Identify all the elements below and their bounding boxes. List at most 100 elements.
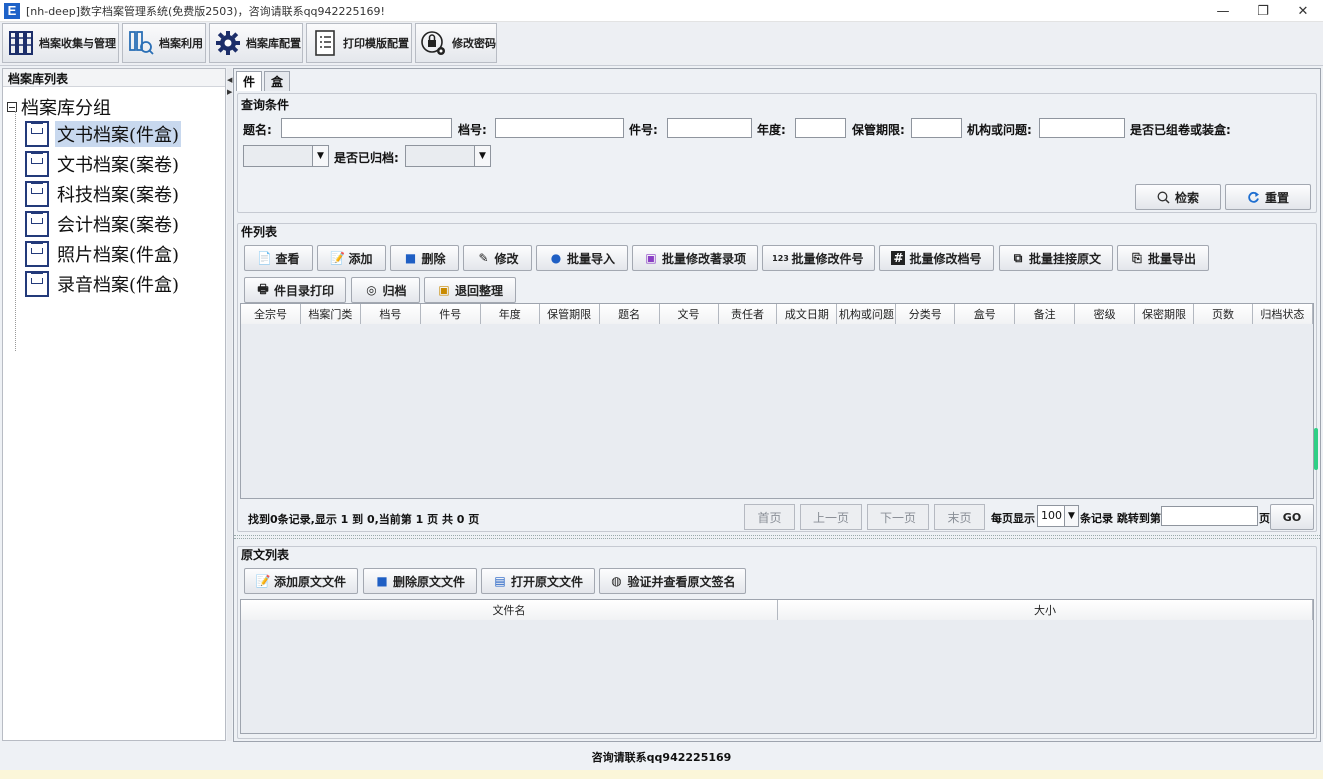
- column-header[interactable]: 密级: [1075, 304, 1136, 324]
- column-header[interactable]: 页数: [1194, 304, 1253, 324]
- tree-item-doc-box[interactable]: 文书档案(件盒): [25, 121, 182, 147]
- tree-item-label: 会计档案(案卷): [57, 215, 180, 236]
- column-header[interactable]: 备注: [1015, 304, 1076, 324]
- go-button[interactable]: GO: [1270, 504, 1314, 530]
- column-header[interactable]: 文号: [659, 304, 719, 324]
- archive-button[interactable]: ◎ 归档: [351, 277, 420, 303]
- tree-item-tech-volume[interactable]: 科技档案(案卷): [25, 181, 181, 207]
- collapse-left-arrow-icon[interactable]: ◀: [227, 76, 232, 84]
- reset-button[interactable]: 重置: [1225, 184, 1311, 210]
- search-icon: [1157, 190, 1171, 204]
- column-header[interactable]: 年度: [480, 304, 540, 324]
- search-button[interactable]: 检索: [1135, 184, 1221, 210]
- view-button-label: 查看: [275, 251, 300, 266]
- print-catalog-button[interactable]: 🖶 件目录打印: [244, 277, 346, 303]
- view-button[interactable]: 📄 查看: [244, 245, 313, 271]
- add-original-button[interactable]: 📝 添加原文文件: [244, 568, 358, 594]
- tab-item[interactable]: 件: [236, 71, 262, 91]
- org-input[interactable]: [1039, 118, 1125, 138]
- column-header[interactable]: 件号: [420, 304, 481, 324]
- tree-item-audio-box[interactable]: 录音档案(件盒): [25, 271, 181, 297]
- tree-item-doc-volume[interactable]: 文书档案(案卷): [25, 151, 181, 177]
- last-page-button[interactable]: 末页: [934, 504, 985, 530]
- column-header[interactable]: 档号: [360, 304, 421, 324]
- edit-button[interactable]: ✎ 修改: [463, 245, 532, 271]
- retention-input[interactable]: [911, 118, 962, 138]
- search-button-label: 检索: [1174, 190, 1199, 205]
- archive-button-label: 归档: [382, 283, 407, 298]
- chevron-down-icon[interactable]: ▼: [1064, 506, 1078, 526]
- taskbar-strip: [0, 770, 1323, 779]
- batch-edit-archive-no-button[interactable]: # 批量修改档号: [879, 245, 994, 271]
- column-header[interactable]: 文件名: [241, 600, 778, 620]
- prev-page-button[interactable]: 上一页: [800, 504, 862, 530]
- batch-edit-item-no-button[interactable]: 123 批量修改件号: [762, 245, 875, 271]
- close-button[interactable]: ✕: [1283, 0, 1323, 22]
- first-page-button[interactable]: 首页: [744, 504, 795, 530]
- open-original-button[interactable]: ▤ 打开原文文件: [481, 568, 595, 594]
- archive-use-button[interactable]: 档案利用: [122, 23, 206, 63]
- column-header[interactable]: 全宗号: [241, 304, 301, 324]
- archive-no-input[interactable]: [495, 118, 624, 138]
- horizontal-splitter[interactable]: [234, 535, 1320, 539]
- column-header[interactable]: 分类号: [896, 304, 956, 324]
- year-input[interactable]: [795, 118, 846, 138]
- jump-label: 条记录 跳转到第: [1080, 512, 1161, 525]
- column-header[interactable]: 成文日期: [777, 304, 838, 324]
- return-button[interactable]: ▣ 退回整理: [424, 277, 516, 303]
- batch-import-button[interactable]: ● 批量导入: [536, 245, 628, 271]
- org-label: 机构或问题:: [967, 123, 1032, 137]
- import-icon: ●: [550, 251, 562, 265]
- column-header[interactable]: 机构或问题: [837, 304, 897, 324]
- verify-signature-button-label: 验证并查看原文签名: [627, 574, 736, 589]
- per-page-label: 每页显示: [991, 512, 1035, 525]
- batch-edit-archive-no-button-label: 批量修改档号: [909, 251, 982, 266]
- restore-button[interactable]: ❐: [1243, 0, 1283, 22]
- gear-icon: [214, 29, 242, 57]
- change-password-button[interactable]: 修改密码: [415, 23, 497, 63]
- delete-button-label: 删除: [421, 251, 446, 266]
- column-header[interactable]: 归档状态: [1252, 304, 1313, 324]
- next-page-button[interactable]: 下一页: [867, 504, 929, 530]
- trash-icon: ■: [404, 251, 417, 265]
- fingerprint-icon: ◍: [611, 574, 622, 588]
- column-header[interactable]: 保管期限: [539, 304, 600, 324]
- batch-edit-fields-button[interactable]: ▣ 批量修改著录项: [632, 245, 758, 271]
- expand-right-arrow-icon[interactable]: ▶: [227, 88, 232, 96]
- main-content-panel: 件 盒 查询条件 题名: 档号: 件号: 年度: 保管期限: 机构或问题: 是否…: [233, 68, 1321, 742]
- batch-attach-originals-button[interactable]: ⧉ 批量挂接原文: [999, 245, 1113, 271]
- archived-select[interactable]: ▼: [405, 145, 491, 167]
- add-button[interactable]: 📝 添加: [317, 245, 386, 271]
- delete-button[interactable]: ■ 删除: [390, 245, 459, 271]
- print-template-button[interactable]: 打印模版配置: [306, 23, 412, 63]
- printer-icon: 🖶: [257, 281, 269, 296]
- tree-item-photo-box[interactable]: 照片档案(件盒): [25, 241, 181, 267]
- tab-box[interactable]: 盒: [264, 71, 290, 91]
- item-no-input[interactable]: [667, 118, 752, 138]
- boxed-select[interactable]: ▼: [243, 145, 329, 167]
- column-header[interactable]: 大小: [778, 600, 1313, 620]
- archive-config-button[interactable]: 档案库配置: [209, 23, 303, 63]
- originals-title: 原文列表: [241, 548, 290, 562]
- column-header[interactable]: 责任者: [718, 304, 778, 324]
- batch-export-button[interactable]: ⎘ 批量导出: [1117, 245, 1209, 271]
- scroll-indicator[interactable]: [1314, 428, 1318, 470]
- tree-item-accounting-volume[interactable]: 会计档案(案卷): [25, 211, 181, 237]
- title-input[interactable]: [281, 118, 452, 138]
- column-header[interactable]: 保密期限: [1135, 304, 1194, 324]
- chevron-down-icon[interactable]: ▼: [312, 146, 328, 166]
- column-header[interactable]: 档案门类: [300, 304, 361, 324]
- tree-root[interactable]: 档案库分组: [7, 94, 111, 120]
- page-jump-input[interactable]: [1161, 506, 1258, 526]
- chevron-down-icon[interactable]: ▼: [474, 146, 490, 166]
- column-header[interactable]: 盒号: [955, 304, 1016, 324]
- delete-original-button[interactable]: ■ 删除原文文件: [363, 568, 477, 594]
- minimize-button[interactable]: —: [1203, 0, 1243, 22]
- archive-collection-button[interactable]: 档案收集与管理: [2, 23, 119, 63]
- tree-item-label: 科技档案(案卷): [57, 185, 180, 206]
- verify-signature-button[interactable]: ◍ 验证并查看原文签名: [599, 568, 746, 594]
- per-page-select[interactable]: 100 ▼: [1037, 505, 1079, 527]
- column-header[interactable]: 题名: [599, 304, 660, 324]
- toolbar-label: 打印模版配置: [343, 37, 409, 50]
- vertical-splitter[interactable]: ◀ ▶: [227, 68, 232, 741]
